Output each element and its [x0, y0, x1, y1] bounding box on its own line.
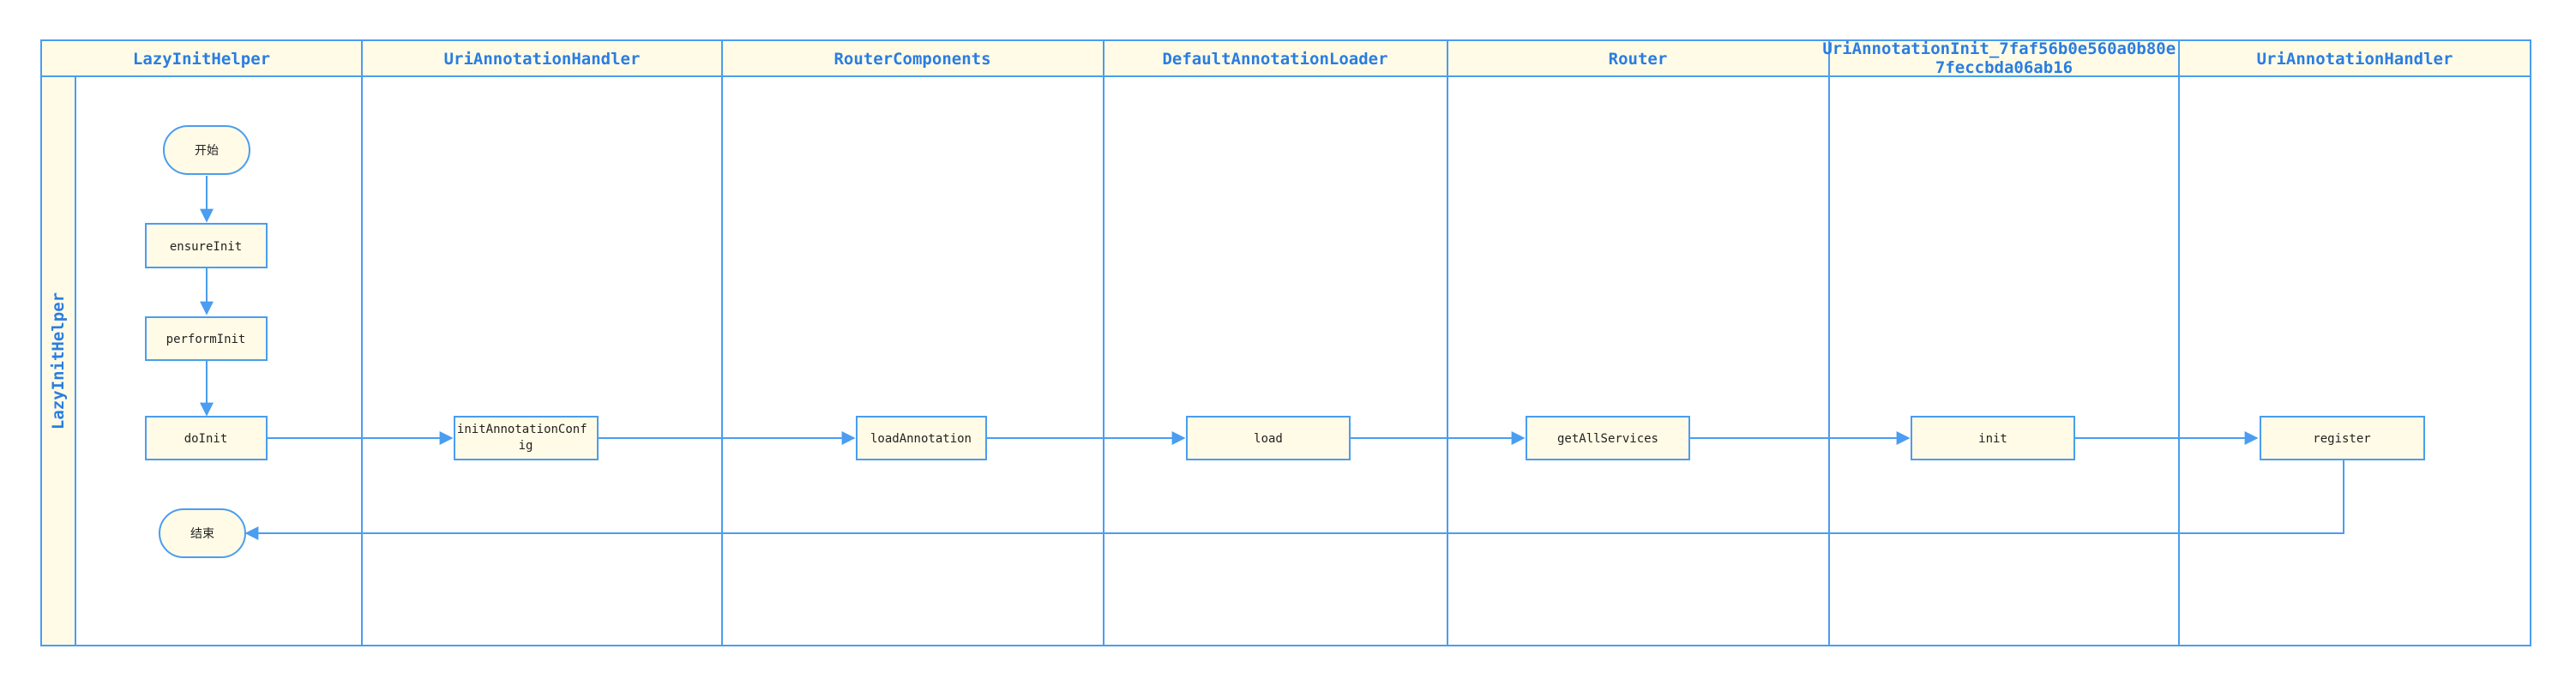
performinit-label: performInit: [166, 333, 246, 346]
doinit-label: doInit: [184, 432, 228, 446]
pool-title: LazyInitHelper: [49, 292, 68, 430]
node-start: 开始: [163, 125, 250, 175]
node-ensureinit: ensureInit: [145, 223, 268, 268]
node-initannotationconfig: initAnnotationConf ig: [454, 416, 599, 460]
node-loadannotation: loadAnnotation: [856, 416, 987, 460]
ensureinit-label: ensureInit: [170, 240, 242, 254]
lane-dividers: [361, 40, 2180, 646]
swimlane-diagram: LazyInitHelper UriAnnotationHandler Rout…: [40, 39, 2531, 646]
node-init: init: [1911, 416, 2075, 460]
init-label: init: [1978, 432, 2007, 446]
lane-title-uriannotationhandler-2: UriAnnotationHandler: [2257, 50, 2453, 69]
lane-title-lazyinithelper: LazyInitHelper: [133, 50, 270, 69]
node-load: load: [1186, 416, 1351, 460]
node-getallservices: getAllServices: [1526, 416, 1690, 460]
load-label: load: [1254, 432, 1283, 446]
node-end: 结束: [159, 508, 246, 558]
node-performinit: performInit: [145, 316, 268, 361]
lane-title-uriannotationhandler: UriAnnotationHandler: [444, 50, 641, 69]
lane-title-defaultannotationloader: DefaultAnnotationLoader: [1162, 50, 1387, 69]
end-label: 结束: [190, 527, 214, 541]
node-register: register: [2260, 416, 2425, 460]
start-label: 开始: [195, 144, 219, 158]
lane-title-routercomponents: RouterComponents: [834, 50, 990, 69]
diagram-frame: [40, 39, 2531, 646]
register-label: register: [2313, 432, 2370, 446]
loadannotation-label: loadAnnotation: [870, 432, 972, 446]
connectors: [200, 176, 2344, 540]
lane-title-router: Router: [1609, 50, 1668, 69]
node-doinit: doInit: [145, 416, 268, 460]
edge-register-end: [244, 460, 2344, 540]
getallservices-label: getAllServices: [1557, 432, 1658, 446]
